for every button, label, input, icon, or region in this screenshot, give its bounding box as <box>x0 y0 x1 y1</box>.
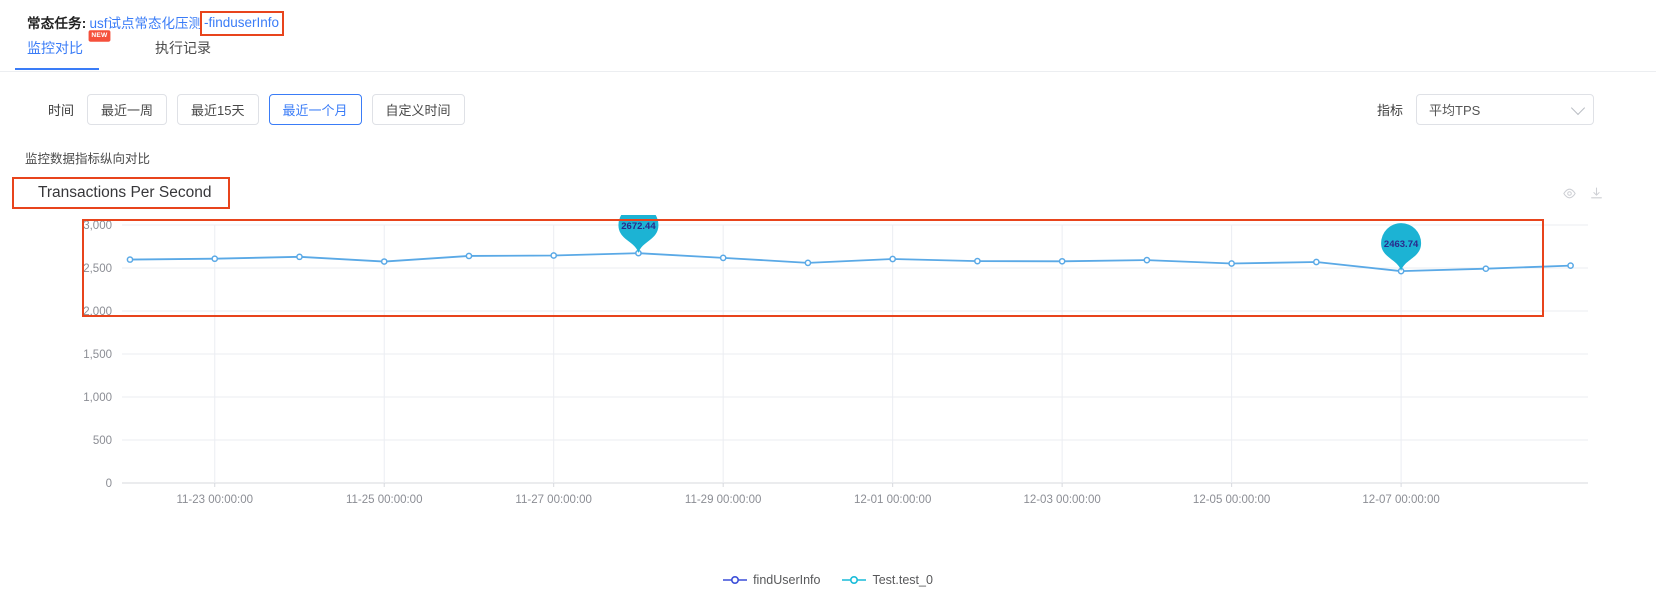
svg-text:11-29 00:00:00: 11-29 00:00:00 <box>685 494 762 506</box>
legend-label: Test.test_0 <box>872 573 933 587</box>
task-link-suffix[interactable]: -finduserInfo <box>204 15 279 30</box>
metric-label: 指标 <box>1376 102 1403 118</box>
svg-text:11-27 00:00:00: 11-27 00:00:00 <box>515 494 592 506</box>
section-title: 监控数据指标纵向对比 <box>25 152 151 166</box>
svg-text:2463.74: 2463.74 <box>1384 239 1419 250</box>
tab-label: 执行记录 <box>155 40 211 56</box>
tps-line-chart[interactable]: 0 500 1,000 1,500 2,000 2,500 3,000 11-23 00:00… <box>0 215 1656 545</box>
time-option-last-15-days[interactable]: 最近15天 <box>177 93 259 125</box>
svg-text:12-01 00:00:00: 12-01 00:00:00 <box>854 494 931 506</box>
page-header: 常态任务: usf试点常态化压测 -finduserInfo <box>0 0 1656 36</box>
time-option-custom[interactable]: 自定义时间 <box>371 93 465 125</box>
tab-execution-records[interactable]: 执行记录 <box>153 35 213 69</box>
svg-text:0: 0 <box>106 478 112 490</box>
svg-text:2672.44: 2672.44 <box>621 221 656 232</box>
svg-text:12-03 00:00:00: 12-03 00:00:00 <box>1023 494 1100 506</box>
tab-bar: 监控对比 NEW 执行记录 <box>0 30 1656 72</box>
svg-text:3,000: 3,000 <box>83 220 112 232</box>
new-badge: NEW <box>88 30 111 42</box>
metric-select[interactable]: 平均TPS <box>1416 93 1594 125</box>
legend-marker-icon <box>842 575 867 585</box>
metric-select-value: 平均TPS <box>1429 102 1481 118</box>
filter-bar: 时间 最近一周 最近15天 最近一个月 自定义时间 指标 平均TPS <box>0 72 1656 126</box>
highlight-box-chart-title: Transactions Per Second <box>12 177 230 209</box>
svg-text:12-07 00:00:00: 12-07 00:00:00 <box>1362 494 1439 506</box>
svg-text:12-05 00:00:00: 12-05 00:00:00 <box>1193 494 1270 506</box>
legend-item-test-test-0[interactable]: Test.test_0 <box>842 573 933 587</box>
chart-container: 0 500 1,000 1,500 2,000 2,500 3,000 11-23 00:00… <box>0 215 1656 575</box>
time-option-last-month[interactable]: 最近一个月 <box>268 93 362 125</box>
chart-header: Transactions Per Second <box>0 177 1656 211</box>
chart-title: Transactions Per Second <box>38 184 212 201</box>
time-option-last-week[interactable]: 最近一周 <box>87 93 168 125</box>
tab-monitoring-comparison[interactable]: 监控对比 NEW <box>15 30 111 70</box>
download-icon[interactable] <box>1589 186 1604 201</box>
legend-marker-icon <box>723 575 748 585</box>
chart-actions <box>1562 186 1604 201</box>
svg-text:11-25 00:00:00: 11-25 00:00:00 <box>346 494 423 506</box>
svg-text:1,500: 1,500 <box>83 349 112 361</box>
metric-filter-group: 指标 平均TPS <box>1376 93 1594 125</box>
svg-text:2,500: 2,500 <box>83 263 112 275</box>
highlight-box-task-name: -finduserInfo <box>200 11 285 36</box>
breadcrumb: 常态任务: usf试点常态化压测 -finduserInfo <box>27 11 1656 36</box>
eye-icon[interactable] <box>1562 186 1577 201</box>
svg-text:1,000: 1,000 <box>83 392 112 404</box>
svg-text:2,000: 2,000 <box>83 306 112 318</box>
svg-text:500: 500 <box>93 435 112 447</box>
svg-text:11-23 00:00:00: 11-23 00:00:00 <box>176 494 253 506</box>
legend-label: findUserInfo <box>753 573 821 587</box>
time-filter-label: 时间 <box>48 102 75 118</box>
chart-legend: findUserInfo Test.test_0 <box>0 573 1656 587</box>
chevron-down-icon <box>1570 100 1586 116</box>
tab-label: 监控对比 <box>27 40 83 56</box>
legend-item-finduserinfo[interactable]: findUserInfo <box>723 573 820 587</box>
page-title-prefix: 常态任务: <box>27 15 87 31</box>
time-filter-group: 时间 最近一周 最近15天 最近一个月 自定义时间 <box>48 93 475 125</box>
